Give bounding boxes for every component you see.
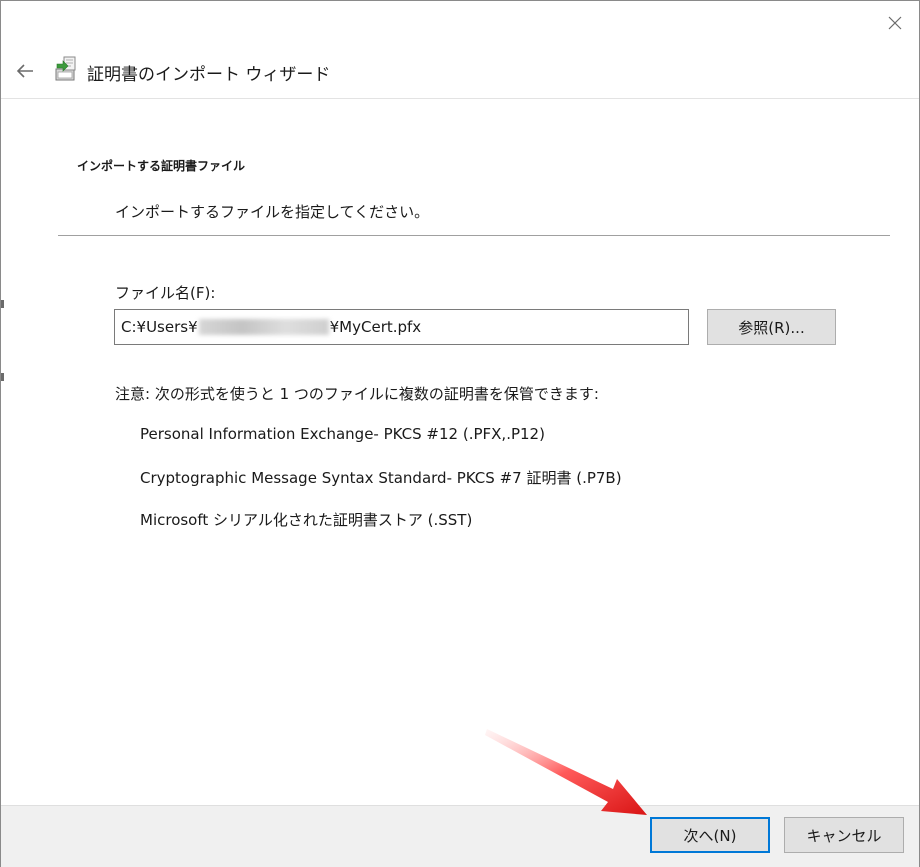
certificate-wizard-icon: [55, 56, 76, 81]
cancel-button[interactable]: キャンセル: [784, 817, 904, 853]
file-path-suffix: ¥MyCert.pfx: [329, 318, 422, 336]
file-path-prefix: C:¥Users¥: [121, 318, 198, 336]
back-button[interactable]: [13, 59, 37, 83]
close-icon: [888, 16, 902, 30]
format-note: 注意: 次の形式を使うと 1 つのファイルに複数の証明書を保管できます:: [115, 385, 599, 403]
wizard-title: 証明書のインポート ウィザード: [87, 65, 331, 85]
file-name-input[interactable]: C:¥Users¥ ¥MyCert.pfx: [114, 309, 689, 345]
back-arrow-icon: [16, 64, 33, 78]
format-item-pfx: Personal Information Exchange- PKCS #12 …: [140, 425, 545, 443]
format-item-sst: Microsoft シリアル化された証明書ストア (.SST): [140, 511, 473, 529]
window-edge-mark: [1, 373, 4, 381]
page-description: インポートするファイルを指定してください。: [115, 203, 430, 221]
certificate-import-wizard-window: 証明書のインポート ウィザード インポートする証明書ファイル インポートするファ…: [0, 0, 920, 867]
next-button[interactable]: 次へ(N): [650, 817, 770, 853]
close-button[interactable]: [883, 11, 907, 35]
window-edge-mark: [1, 300, 4, 308]
format-item-p7b: Cryptographic Message Syntax Standard- P…: [140, 469, 622, 487]
page-heading: インポートする証明書ファイル: [77, 159, 246, 173]
wizard-header: 証明書のインポート ウィザード: [1, 45, 919, 99]
wizard-footer: [1, 805, 919, 867]
browse-button[interactable]: 参照(R)...: [707, 309, 836, 345]
header-divider: [58, 235, 890, 236]
redacted-path-segment: [198, 319, 329, 335]
file-name-label: ファイル名(F):: [115, 284, 216, 302]
